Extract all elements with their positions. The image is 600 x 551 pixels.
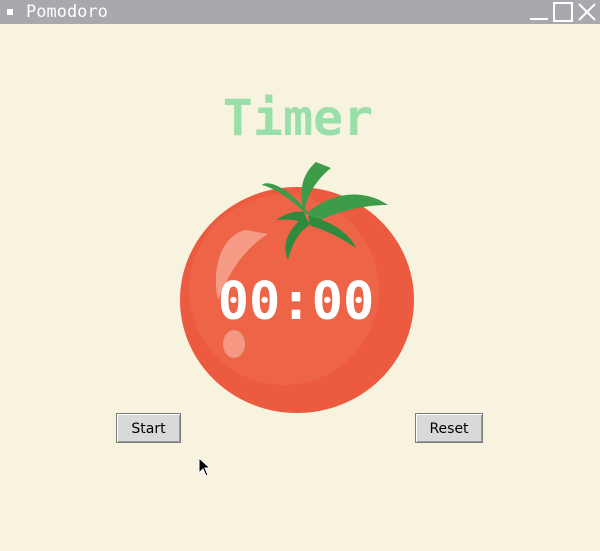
window-menu-icon[interactable] <box>7 9 13 15</box>
close-icon <box>578 3 596 21</box>
time-display: 00:00 <box>217 272 375 332</box>
maximize-button[interactable] <box>553 2 573 22</box>
mouse-cursor-icon <box>198 457 212 477</box>
close-button[interactable] <box>577 2 597 22</box>
window-title: Pomodoro <box>26 2 108 22</box>
start-button[interactable]: Start <box>116 413 181 443</box>
reset-button[interactable]: Reset <box>415 413 483 443</box>
timer-heading: Timer <box>222 89 374 147</box>
title-bar: Pomodoro <box>0 0 600 24</box>
minimize-button[interactable] <box>529 2 549 22</box>
minimize-icon <box>530 18 548 20</box>
maximize-icon <box>553 2 573 22</box>
